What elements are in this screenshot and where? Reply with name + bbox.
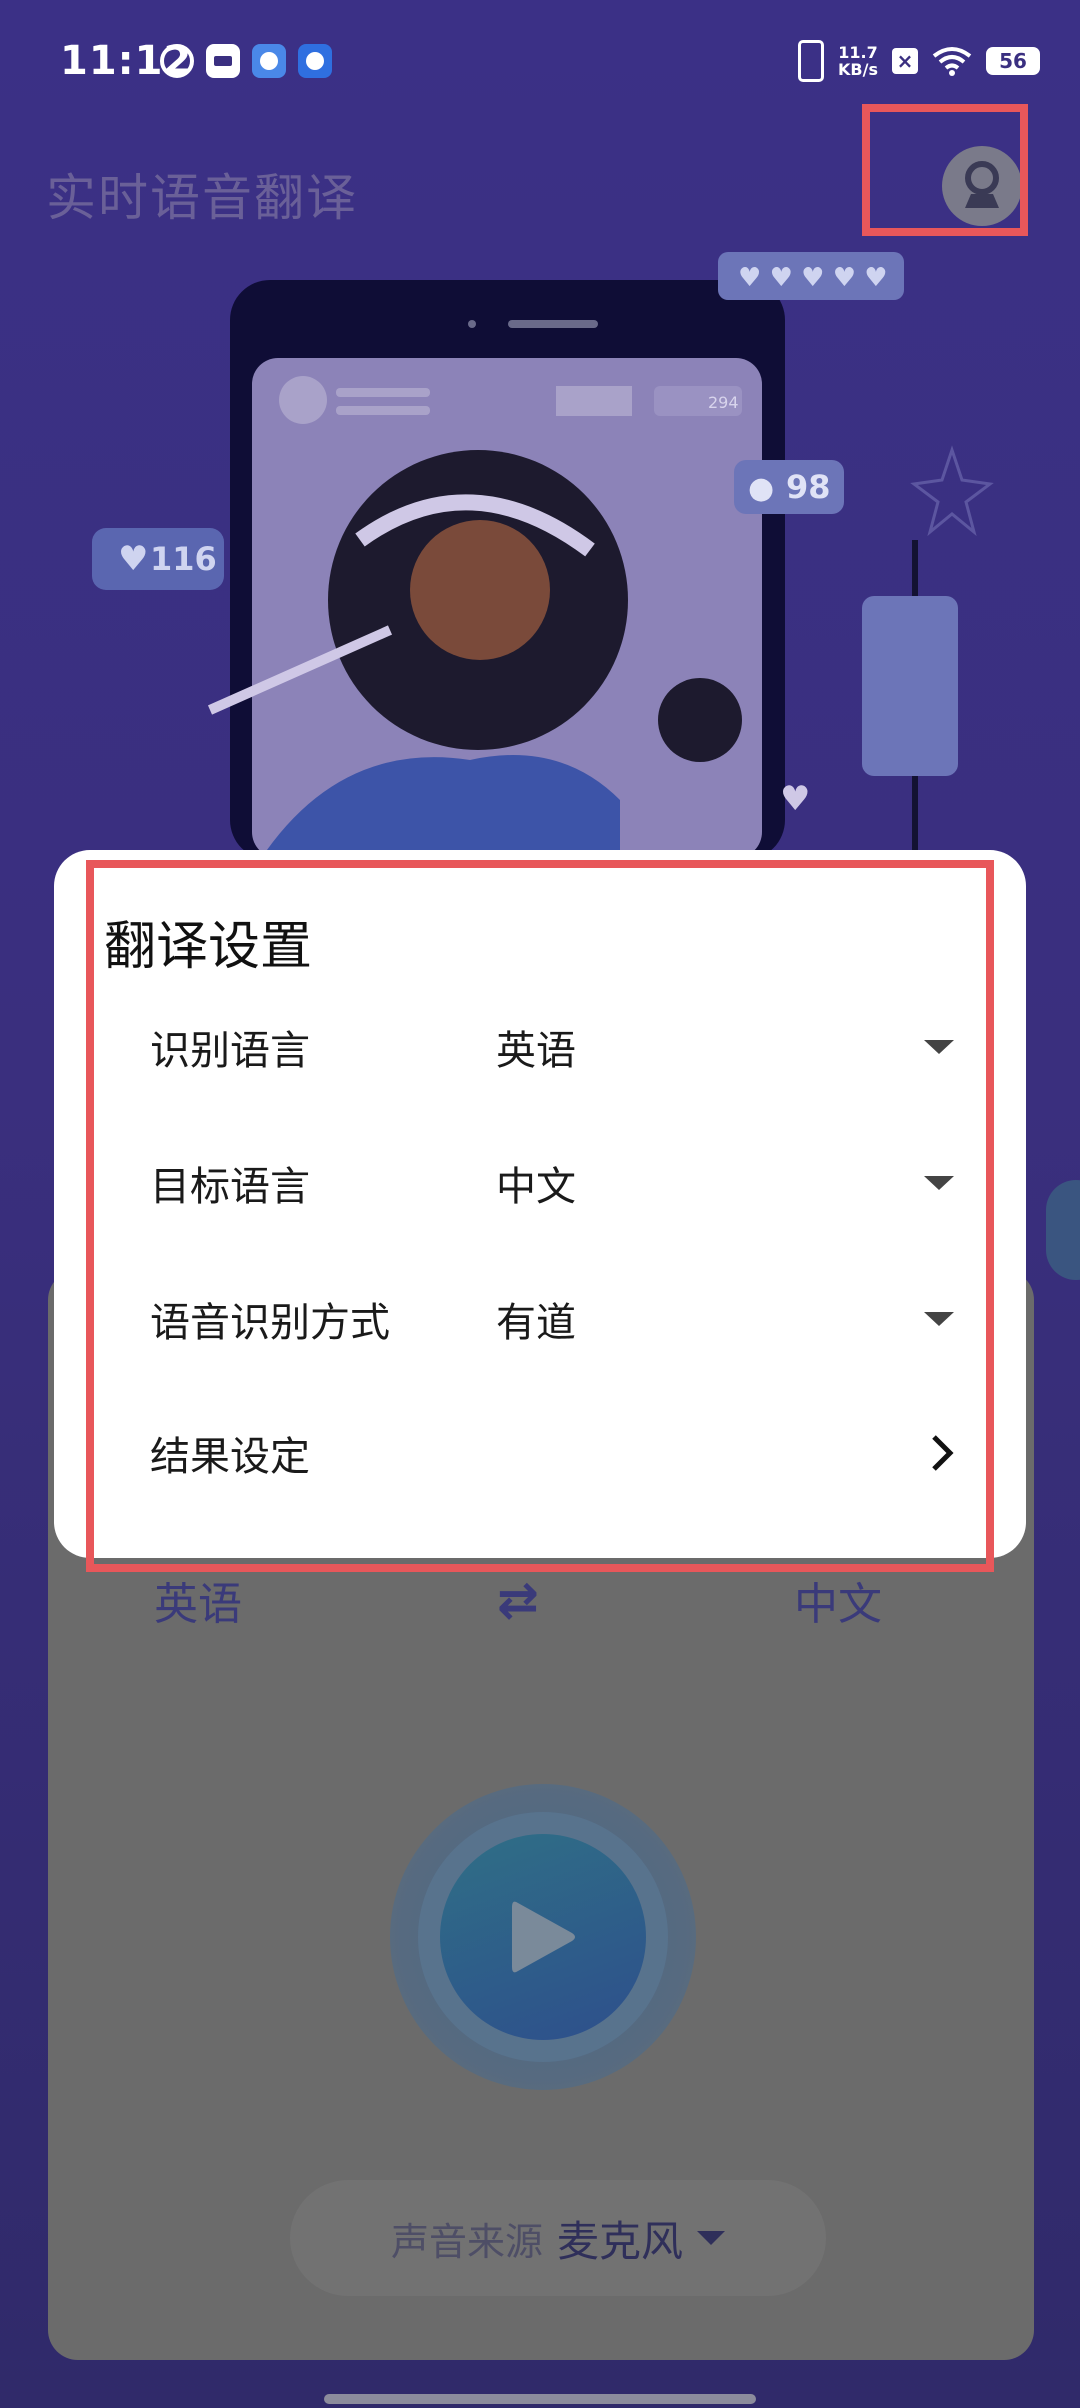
play-icon	[512, 1901, 575, 1973]
app-title: 实时语音翻译	[46, 169, 358, 227]
sound-source-label: 声音来源	[390, 2219, 543, 2264]
svg-text:●: ●	[748, 471, 774, 506]
sound-source-selector[interactable]: 声音来源 麦克风	[290, 2180, 826, 2296]
source-language-button[interactable]: 英语	[48, 1568, 348, 1632]
vibrate-icon	[798, 40, 825, 82]
wifi-icon	[932, 47, 972, 76]
comments-count: 98	[786, 468, 831, 506]
target-language-button[interactable]: 中文	[688, 1568, 988, 1632]
network-speed: 11.7 KB/s	[838, 44, 878, 78]
mail-icon	[206, 44, 240, 78]
hero-illustration: 294 ♥ 116 ♥ ♥ ♥ ♥ ♥ ● 98 ♥	[92, 252, 994, 860]
views-count: 294	[708, 393, 739, 412]
sound-source-value: 麦克风	[557, 2216, 684, 2266]
home-indicator[interactable]	[324, 2394, 756, 2404]
network-speed-value: 11.7	[838, 43, 878, 62]
side-float-button[interactable]	[1046, 1180, 1080, 1280]
cloud-app-icon	[252, 44, 286, 78]
highlight-box-profile	[862, 104, 1028, 236]
notification-icons	[160, 44, 332, 78]
chevron-down-icon	[697, 2231, 726, 2245]
highlight-box-dialog	[86, 860, 994, 1572]
svg-text:♥: ♥	[118, 539, 148, 579]
network-speed-unit: KB/s	[838, 60, 878, 79]
data-off-icon: ×	[892, 48, 918, 74]
browser-app-icon	[298, 44, 332, 78]
svg-text:♥ ♥ ♥ ♥ ♥: ♥ ♥ ♥ ♥ ♥	[738, 263, 888, 293]
battery-icon: 56	[986, 47, 1040, 75]
status-right: 11.7 KB/s × 56	[798, 40, 1040, 82]
svg-text:♥: ♥	[780, 779, 810, 819]
start-translation-button[interactable]	[440, 1834, 646, 2040]
swap-arrows-icon[interactable]: ⇄	[497, 1571, 539, 1629]
app-notification-icon	[160, 44, 194, 78]
likes-count: 116	[150, 540, 217, 578]
